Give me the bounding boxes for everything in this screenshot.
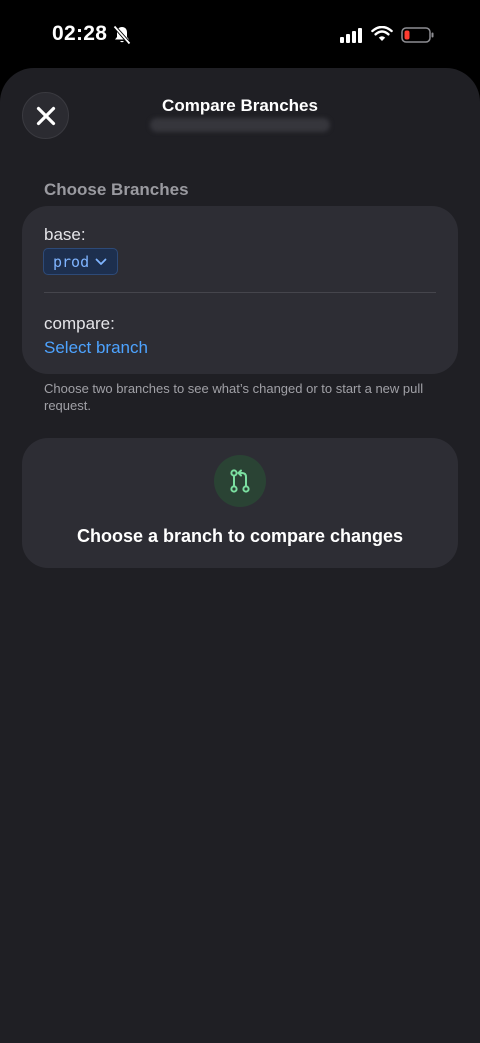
empty-state-message: Choose a branch to compare changes	[76, 526, 404, 546]
git-compare-icon	[214, 455, 266, 507]
empty-state-card: Choose a branch to compare changes	[22, 438, 458, 568]
compare-sheet: Compare Branches Choose Branches base: p…	[0, 68, 480, 1043]
repository-subtitle-redacted	[150, 118, 330, 132]
status-time: 02:28	[52, 22, 108, 45]
cellular-signal-icon	[340, 27, 362, 43]
compare-label: compare:	[44, 314, 115, 333]
wifi-icon	[371, 26, 393, 41]
base-branch-selector[interactable]: prod	[43, 248, 119, 275]
section-heading: Choose Branches	[44, 180, 189, 199]
branch-selection-card: base: prod compare: Select branch	[22, 206, 458, 374]
chevron-down-icon	[95, 258, 107, 265]
silent-bell-icon	[113, 25, 131, 45]
divider	[44, 292, 436, 293]
base-branch-value: prod	[53, 252, 90, 271]
status-bar: 02:28	[0, 0, 480, 70]
select-compare-branch-button[interactable]: Select branch	[44, 338, 148, 358]
base-label: base:	[44, 225, 86, 244]
battery-low-icon	[401, 27, 434, 43]
page-title: Compare Branches	[162, 96, 318, 115]
helper-text: Choose two branches to see what’s change…	[44, 381, 424, 413]
